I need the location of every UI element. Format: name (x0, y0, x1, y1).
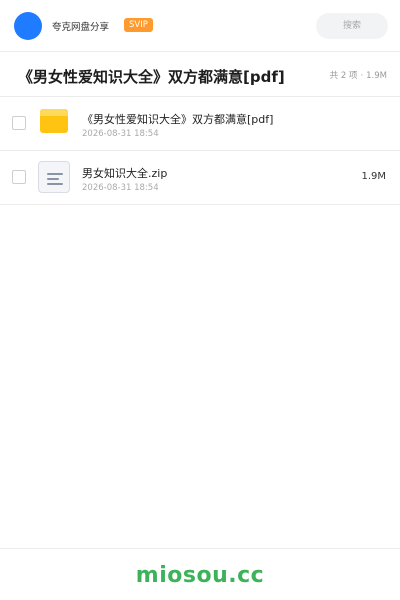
total-size: 1.9M (366, 71, 387, 81)
item-count: 共 2 项 (329, 71, 358, 81)
svip-badge[interactable]: SVIP (124, 18, 153, 32)
site-watermark: miosou.cc (135, 563, 265, 588)
top-header: 夸克网盘分享 SVIP 搜索 (0, 0, 400, 52)
app-name: 夸克网盘分享 (52, 22, 110, 33)
page-title: 《男女性爱知识大全》双方都满意[pdf] (18, 68, 285, 86)
file-row-folder[interactable]: 《男女性爱知识大全》双方都满意[pdf] 2026-08-31 18:54 (0, 97, 400, 151)
share-title-bar: 《男女性爱知识大全》双方都满意[pdf] 共 2 项 · 1.9M (0, 53, 400, 97)
folder-icon (38, 107, 70, 139)
summary-separator: · (360, 71, 364, 81)
file-date: 2026-08-31 18:54 (82, 129, 159, 139)
file-row-zip[interactable]: 男女知识大全.zip 2026-08-31 18:54 1.9M (0, 151, 400, 205)
footer: miosou.cc (0, 548, 400, 600)
search-input[interactable]: 搜索 (316, 13, 388, 39)
document-icon (38, 161, 70, 193)
avatar[interactable] (14, 12, 42, 40)
file-name[interactable]: 男女知识大全.zip (82, 165, 167, 181)
select-checkbox[interactable] (12, 170, 26, 184)
file-name[interactable]: 《男女性爱知识大全》双方都满意[pdf] (82, 111, 273, 127)
file-size: 1.9M (361, 171, 386, 182)
share-summary: 共 2 项 · 1.9M (330, 69, 387, 81)
file-date: 2026-08-31 18:54 (82, 183, 159, 193)
select-checkbox[interactable] (12, 116, 26, 130)
